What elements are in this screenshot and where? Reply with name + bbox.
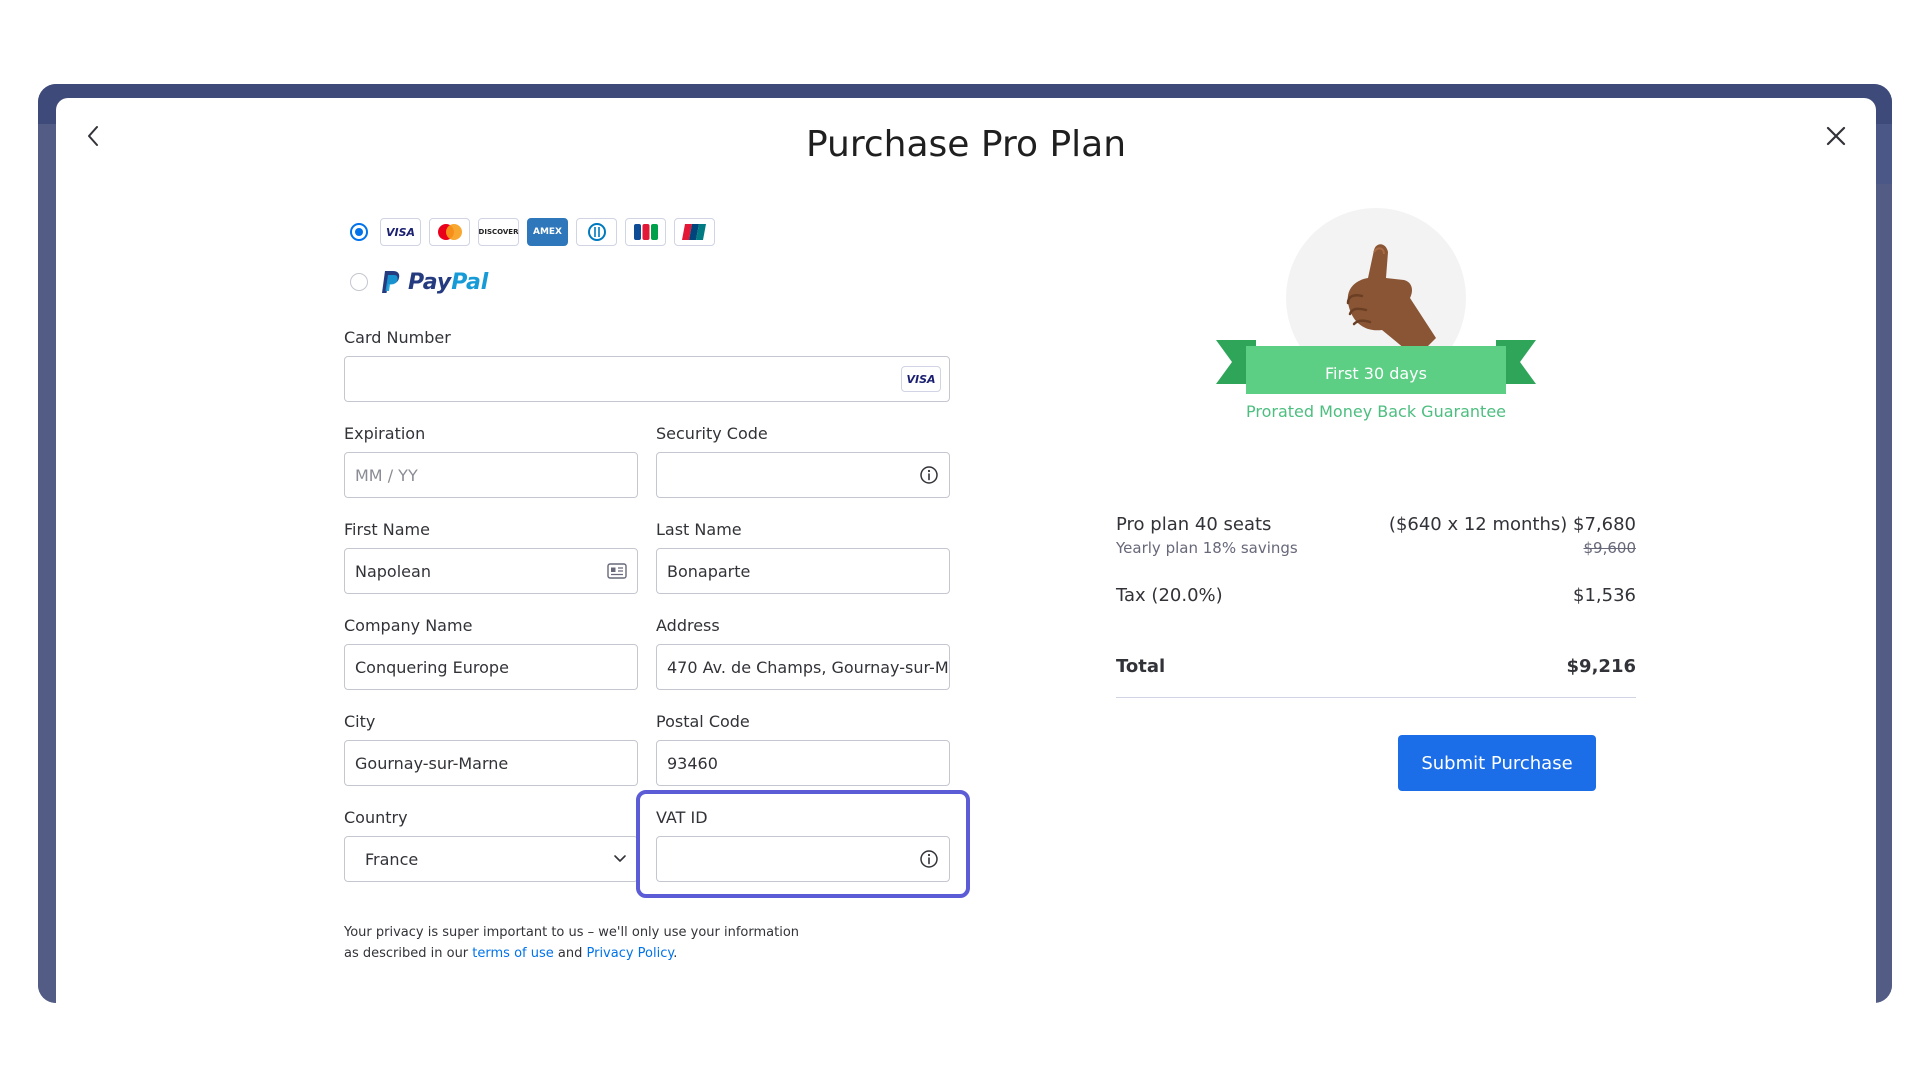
address-field: Address 470 Av. de Champs, Gournay-sur-M…: [656, 616, 950, 690]
card-payment-option[interactable]: VISA DISCOVER AMEX: [344, 208, 950, 256]
card-brand-list: VISA DISCOVER AMEX: [380, 218, 715, 246]
mastercard-logo-icon: [429, 218, 470, 246]
card-number-label: Card Number: [344, 328, 451, 347]
first-name-input[interactable]: Napolean: [344, 548, 638, 594]
contact-card-icon[interactable]: [607, 563, 627, 579]
privacy-notice: Your privacy is super important to us – …: [344, 925, 800, 961]
order-summary-panel: First 30 days Prorated Money Back Guaran…: [1116, 208, 1636, 698]
jcb-logo-icon: [625, 218, 666, 246]
company-name-label: Company Name: [344, 616, 473, 635]
first-name-field: First Name Napolean: [344, 520, 638, 594]
diners-logo-icon: [576, 218, 617, 246]
address-label: Address: [656, 616, 720, 635]
city-input[interactable]: Gournay-sur-Marne: [344, 740, 638, 786]
vat-id-field: VAT ID: [636, 790, 970, 898]
visa-card-icon: VISA: [901, 366, 941, 392]
city-field: City Gournay-sur-Marne: [344, 712, 638, 786]
postal-code-field: Postal Code 93460: [656, 712, 950, 786]
last-name-label: Last Name: [656, 520, 742, 539]
price-summary: Pro plan 40 seats ($640 x 12 months) $7,…: [1116, 514, 1636, 698]
company-name-field: Company Name Conquering Europe: [344, 616, 638, 690]
vat-id-input[interactable]: [656, 836, 950, 882]
company-name-input[interactable]: Conquering Europe: [344, 644, 638, 690]
privacy-policy-link[interactable]: Privacy Policy: [586, 946, 673, 961]
card-number-field: Card Number VISA: [344, 328, 950, 402]
plan-row: Pro plan 40 seats ($640 x 12 months) $7,…: [1116, 514, 1636, 535]
tax-row: Tax (20.0%) $1,536: [1116, 585, 1636, 606]
card-radio[interactable]: [350, 223, 368, 241]
postal-code-input[interactable]: 93460: [656, 740, 950, 786]
total-row: Total $9,216: [1116, 656, 1636, 698]
visa-logo-icon: VISA: [380, 218, 421, 246]
expiration-input[interactable]: MM / YY: [344, 452, 638, 498]
chevron-down-icon: [613, 854, 627, 864]
paypal-payment-option[interactable]: Pay Pal: [344, 258, 950, 306]
guarantee-ribbon-label: First 30 days: [1325, 364, 1427, 383]
security-code-label: Security Code: [656, 424, 768, 443]
paypal-radio[interactable]: [350, 273, 368, 291]
security-code-input[interactable]: [656, 452, 950, 498]
unionpay-logo-icon: [674, 218, 715, 246]
amex-logo-icon: AMEX: [527, 218, 568, 246]
last-name-field: Last Name Bonaparte: [656, 520, 950, 594]
country-select[interactable]: France: [344, 836, 638, 882]
savings-row: Yearly plan 18% savings $9,600: [1116, 539, 1636, 557]
info-icon[interactable]: [919, 849, 939, 869]
paypal-logo: Pay Pal: [380, 269, 488, 295]
app-side-right: [1874, 184, 1892, 1003]
paypal-p-icon: [382, 271, 400, 293]
country-field: Country France: [344, 808, 638, 882]
expiration-field: Expiration MM / YY: [344, 424, 638, 498]
address-input[interactable]: 470 Av. de Champs, Gournay-sur-Mar: [656, 644, 950, 690]
payment-form: VISA DISCOVER AMEX Pay Pal Card Number V…: [344, 208, 970, 964]
postal-code-label: Postal Code: [656, 712, 750, 731]
guarantee-caption: Prorated Money Back Guarantee: [1245, 402, 1506, 421]
last-name-input[interactable]: Bonaparte: [656, 548, 950, 594]
submit-purchase-button[interactable]: Submit Purchase: [1398, 735, 1596, 791]
purchase-modal: Purchase Pro Plan VISA DISCOVER AMEX Pay…: [56, 98, 1876, 1003]
info-icon[interactable]: [919, 465, 939, 485]
vat-id-label: VAT ID: [656, 808, 708, 827]
app-side-left: [38, 124, 56, 1003]
first-name-label: First Name: [344, 520, 430, 539]
discover-logo-icon: DISCOVER: [478, 218, 519, 246]
money-back-guarantee: First 30 days Prorated Money Back Guaran…: [1116, 208, 1636, 438]
security-code-field: Security Code: [656, 424, 950, 498]
modal-title: Purchase Pro Plan: [805, 124, 1127, 165]
expiration-label: Expiration: [344, 424, 426, 443]
terms-of-use-link[interactable]: terms of use: [472, 946, 553, 961]
country-label: Country: [344, 808, 408, 827]
card-number-input[interactable]: VISA: [344, 356, 950, 402]
city-label: City: [344, 712, 376, 731]
